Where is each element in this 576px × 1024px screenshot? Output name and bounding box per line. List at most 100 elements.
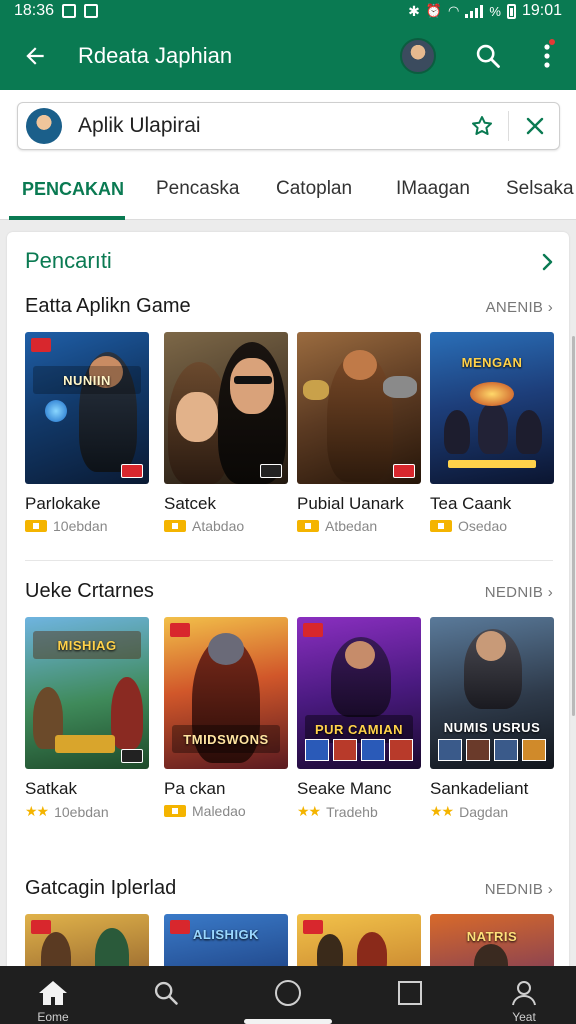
close-icon	[526, 117, 544, 135]
search-avatar	[26, 108, 62, 144]
game-thumbnail: NATRIS	[430, 914, 554, 972]
page-title: Rdeata Japhian	[78, 43, 233, 68]
section-title: Ueke Crtarnes	[25, 580, 154, 602]
nav-home[interactable]: Eome	[3, 966, 103, 1024]
nav-label: Yeat	[512, 1010, 536, 1024]
section-divider	[25, 560, 553, 561]
favorite-button[interactable]	[462, 106, 502, 146]
game-meta: Atabdao	[192, 518, 245, 534]
game-logo: NUNIIN	[33, 366, 141, 394]
game-thumbnail	[25, 914, 149, 972]
game-logo: NUMIS USRUS	[443, 719, 541, 735]
game-logo: MENGAN	[461, 354, 523, 370]
game-card[interactable]: ALISHIGK	[164, 914, 288, 972]
game-card[interactable]: MENGAN Tea Caank Osedao	[430, 332, 554, 534]
more-vert-icon	[544, 44, 550, 68]
star-outline-icon	[472, 116, 492, 135]
search-input[interactable]: Aplik Ulapirai	[17, 102, 560, 150]
arrow-left-icon	[26, 47, 44, 65]
rating-badge-icon	[164, 805, 186, 817]
rating-badge-icon	[25, 520, 47, 532]
game-thumbnail	[164, 332, 288, 484]
game-card[interactable]	[25, 914, 149, 972]
game-thumbnail	[297, 332, 421, 484]
main-heading[interactable]: Pencarıti	[25, 248, 112, 274]
tab-indicator	[9, 216, 125, 220]
see-more-link[interactable]: NEDNIB ›	[447, 881, 553, 898]
nav-profile[interactable]: Yeat	[474, 966, 574, 1024]
avatar[interactable]	[400, 38, 436, 74]
rating-badge-icon	[164, 520, 186, 532]
rating-stars-icon: ★★	[25, 803, 49, 819]
tab-catoplan[interactable]: Catoplan	[276, 160, 352, 218]
game-thumbnail	[297, 914, 421, 972]
game-logo: TMIDSWONS	[172, 725, 280, 753]
game-card[interactable]: NATRIS	[430, 914, 554, 972]
badge-icon	[170, 623, 190, 637]
game-card[interactable]: MISHIAG Satkak ★★ 10ebdan	[25, 617, 149, 820]
home-icon	[39, 981, 67, 1005]
nav-search[interactable]	[116, 966, 216, 1024]
search-button[interactable]	[470, 38, 506, 74]
clear-button[interactable]	[515, 106, 555, 146]
alarm-icon: ⏰	[425, 3, 443, 18]
game-thumbnail: MISHIAG	[25, 617, 149, 769]
game-card[interactable]	[297, 914, 421, 972]
tab-selsaka[interactable]: Selsaka	[506, 160, 574, 218]
scrollbar[interactable]	[572, 336, 575, 716]
badge-icon	[260, 464, 282, 478]
game-thumbnail: ALISHIGK	[164, 914, 288, 972]
game-card[interactable]: PUR CAMIAN Seake Manc ★★ Tradehb	[297, 617, 421, 820]
game-name: Pa ckan	[164, 779, 226, 798]
content-card: Pencarıti Eatta Aplikn Game ANENIB › NUN…	[7, 232, 569, 972]
search-icon	[476, 44, 500, 68]
game-meta: Atbedan	[325, 518, 378, 534]
game-card[interactable]: Pubial Uanark Atbedan	[297, 332, 421, 534]
game-logo: MISHIAG	[33, 631, 141, 659]
tab-pencaska[interactable]: Pencaska	[156, 160, 239, 218]
gesture-bar[interactable]	[244, 1019, 332, 1024]
badge-icon	[121, 749, 143, 763]
tab-pencakan[interactable]: PENCAKAN	[22, 160, 124, 218]
section-title: Gatcagin Iplerlad	[25, 877, 177, 899]
notification-icon	[62, 4, 77, 18]
game-card[interactable]: NUNIIN Parlokake 10ebdan	[25, 332, 149, 534]
search-query[interactable]: Aplik Ulapirai	[78, 114, 462, 138]
rating-badge-icon	[430, 520, 452, 532]
see-more-link[interactable]: NEDNIB ›	[447, 584, 553, 601]
game-meta: Tradehb	[326, 803, 378, 820]
game-thumbnail: PUR CAMIAN	[297, 617, 421, 769]
nav-home-circle[interactable]	[238, 966, 338, 1024]
game-name: Tea Caank	[430, 494, 512, 513]
game-card[interactable]: Satcek Atabdao	[164, 332, 288, 534]
badge-icon	[31, 920, 51, 934]
game-meta: Maledao	[192, 803, 246, 819]
square-icon	[398, 981, 422, 1005]
game-card[interactable]: TMIDSWONS Pa ckan Maledao	[164, 617, 288, 819]
game-card[interactable]: NUMIS USRUS Sankadeliant ★★ Dagdan	[430, 617, 554, 820]
game-name: Seake Manc	[297, 779, 392, 798]
badge-icon	[303, 623, 323, 637]
game-thumbnail: MENGAN	[430, 332, 554, 484]
game-name: Satcek	[164, 494, 216, 513]
more-options-button[interactable]	[532, 38, 562, 74]
notification-dot	[549, 39, 555, 45]
battery-icon	[506, 3, 516, 19]
nav-recents[interactable]	[360, 966, 460, 1024]
rating-stars-icon: ★★	[430, 803, 454, 819]
see-more-link[interactable]: ANENIB ›	[447, 299, 553, 316]
game-name: Satkak	[25, 779, 77, 798]
signal-icon	[465, 4, 484, 18]
bottom-navigation: Eome Yeat	[0, 966, 576, 1024]
tab-imaagan[interactable]: IMaagan	[396, 160, 470, 218]
divider	[508, 111, 509, 141]
game-meta: Dagdan	[459, 803, 509, 820]
badge-icon	[121, 464, 143, 478]
rating-badge-icon	[297, 520, 319, 532]
chevron-right-icon[interactable]	[535, 250, 559, 274]
nav-label: Eome	[37, 1010, 69, 1024]
game-name: Pubial Uanark	[297, 494, 404, 513]
search-area: Aplik Ulapirai	[0, 90, 576, 160]
back-button[interactable]	[0, 22, 70, 90]
game-meta: Osedao	[458, 518, 508, 534]
